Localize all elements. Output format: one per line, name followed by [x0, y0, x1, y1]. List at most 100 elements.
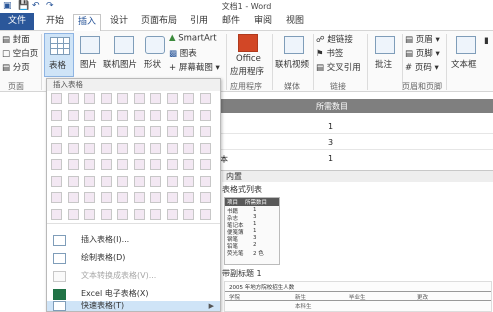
table-grid-cell[interactable]: [117, 175, 128, 187]
tab-layout[interactable]: 页面布局: [137, 15, 181, 28]
table-grid-cell[interactable]: [84, 192, 95, 203]
table-grid-cell[interactable]: [100, 93, 112, 104]
table-grid-cell[interactable]: [117, 109, 128, 121]
tab-mailings[interactable]: 邮件: [218, 15, 244, 28]
table-grid-cell[interactable]: [51, 159, 62, 170]
table-grid-cell[interactable]: [67, 159, 79, 170]
online-video-button[interactable]: 联机视频: [275, 58, 309, 70]
table-grid-cell[interactable]: [199, 93, 211, 104]
shapes-button[interactable]: 形状: [144, 58, 161, 70]
table-grid-cell[interactable]: [150, 175, 161, 187]
picture-button[interactable]: 图片: [80, 58, 97, 70]
table-grid-cell[interactable]: [51, 109, 62, 121]
online-picture-button[interactable]: 联机图片: [103, 58, 137, 70]
table-grid-cell[interactable]: [133, 159, 145, 170]
table-grid-cell[interactable]: [67, 109, 79, 121]
table-grid-cell[interactable]: [133, 109, 145, 121]
table-grid-cell[interactable]: [84, 126, 95, 137]
tab-references[interactable]: 引用: [186, 15, 212, 28]
table-grid-cell[interactable]: [183, 159, 194, 170]
table-grid-cell[interactable]: [133, 142, 145, 154]
table-grid-cell[interactable]: [67, 208, 79, 220]
table-grid-cell[interactable]: [166, 208, 178, 220]
textbox-button[interactable]: 文本框: [451, 58, 477, 70]
table-grid-cell[interactable]: [117, 159, 128, 170]
table-grid-cell[interactable]: [183, 93, 194, 104]
table-grid-cell[interactable]: [150, 208, 161, 220]
table-grid-cell[interactable]: [183, 192, 194, 203]
table-grid-cell[interactable]: [183, 208, 194, 220]
chart-button[interactable]: ▩ 图表: [169, 47, 197, 60]
table-grid-cell[interactable]: [150, 93, 161, 104]
blank-page-button[interactable]: □ 空白页: [2, 47, 38, 60]
text-to-table-menu-item[interactable]: 文本转换成表格(V)...: [47, 268, 220, 283]
table-grid-cell[interactable]: [199, 208, 211, 220]
table-grid-cell[interactable]: [183, 142, 194, 154]
footer-button[interactable]: ▤ 页脚 ▾: [405, 47, 440, 60]
table-button[interactable]: 表格: [44, 33, 74, 77]
screenshot-button[interactable]: + 屏幕截图 ▾: [169, 61, 220, 74]
table-grid-cell[interactable]: [199, 175, 211, 187]
draw-table-menu-item[interactable]: 绘制表格(D): [47, 250, 220, 265]
table-grid-cell[interactable]: [133, 208, 145, 220]
page-number-button[interactable]: # 页码 ▾: [405, 61, 439, 74]
comment-button[interactable]: 批注: [375, 58, 392, 70]
table-grid-cell[interactable]: [183, 126, 194, 137]
table-grid-cell[interactable]: [51, 126, 62, 137]
table-grid-cell[interactable]: [67, 192, 79, 203]
table-grid-cell[interactable]: [166, 109, 178, 121]
table-grid-cell[interactable]: [67, 93, 79, 104]
cover-page-button[interactable]: ▤ 封面: [2, 33, 30, 46]
table-grid-cell[interactable]: [100, 159, 112, 170]
table-grid-cell[interactable]: [133, 93, 145, 104]
table-grid-cell[interactable]: [166, 142, 178, 154]
table-grid-cell[interactable]: [84, 159, 95, 170]
office-apps-button[interactable]: Office: [236, 54, 261, 64]
table-grid-cell[interactable]: [51, 93, 62, 104]
table-grid-cell[interactable]: [199, 126, 211, 137]
gallery-item-preview[interactable]: 2005 年地方院校招生人数 学院 新生 毕业生 更改 本科生: [224, 281, 492, 312]
table-grid-cell[interactable]: [117, 126, 128, 137]
table-grid-cell[interactable]: [51, 208, 62, 220]
excel-spreadsheet-menu-item[interactable]: Excel 电子表格(X): [47, 286, 220, 301]
hyperlink-button[interactable]: ☍ 超链接: [316, 33, 353, 46]
header-button[interactable]: ▤ 页眉 ▾: [405, 33, 440, 46]
table-grid-cell[interactable]: [100, 109, 112, 121]
table-grid-cell[interactable]: [150, 192, 161, 203]
table-grid-cell[interactable]: [84, 208, 95, 220]
cross-reference-button[interactable]: ▤ 交叉引用: [316, 61, 361, 74]
table-grid-cell[interactable]: [150, 109, 161, 121]
table-grid-cell[interactable]: [166, 175, 178, 187]
table-grid-cell[interactable]: [117, 192, 128, 203]
page-break-button[interactable]: ▤ 分页: [2, 61, 30, 74]
table-grid-cell[interactable]: [67, 126, 79, 137]
table-grid-cell[interactable]: [84, 175, 95, 187]
table-grid-cell[interactable]: [199, 159, 211, 170]
table-grid-cell[interactable]: [166, 93, 178, 104]
table-grid-cell[interactable]: [51, 192, 62, 203]
table-grid-cell[interactable]: [51, 175, 62, 187]
table-grid-cell[interactable]: [199, 109, 211, 121]
table-grid-cell[interactable]: [100, 208, 112, 220]
table-grid-cell[interactable]: [117, 142, 128, 154]
tab-design[interactable]: 设计: [106, 15, 132, 28]
tab-view[interactable]: 视图: [282, 15, 308, 28]
table-grid-cell[interactable]: [166, 126, 178, 137]
table-grid-cell[interactable]: [133, 175, 145, 187]
table-grid-cell[interactable]: [183, 175, 194, 187]
table-grid-cell[interactable]: [199, 192, 211, 203]
table-grid-cell[interactable]: [133, 192, 145, 203]
smartart-button[interactable]: ▲ SmartArt: [169, 33, 217, 44]
tab-insert[interactable]: 插入: [73, 14, 102, 32]
table-grid-cell[interactable]: [133, 126, 145, 137]
gallery-item-preview[interactable]: 项目 所需数目 书籍 1 杂志 3 笔记本 1 便笺簿 1 钢笔 3 铅笔 2 …: [224, 197, 280, 265]
table-grid-cell[interactable]: [100, 126, 112, 137]
bookmark-button[interactable]: ⚑ 书签: [316, 47, 343, 60]
table-grid-cell[interactable]: [51, 142, 62, 154]
table-grid-cell[interactable]: [67, 175, 79, 187]
table-grid-cell[interactable]: [100, 142, 112, 154]
table-grid-cell[interactable]: [84, 93, 95, 104]
tab-home[interactable]: 开始: [42, 15, 68, 28]
table-grid-cell[interactable]: [166, 192, 178, 203]
table-grid-cell[interactable]: [67, 142, 79, 154]
